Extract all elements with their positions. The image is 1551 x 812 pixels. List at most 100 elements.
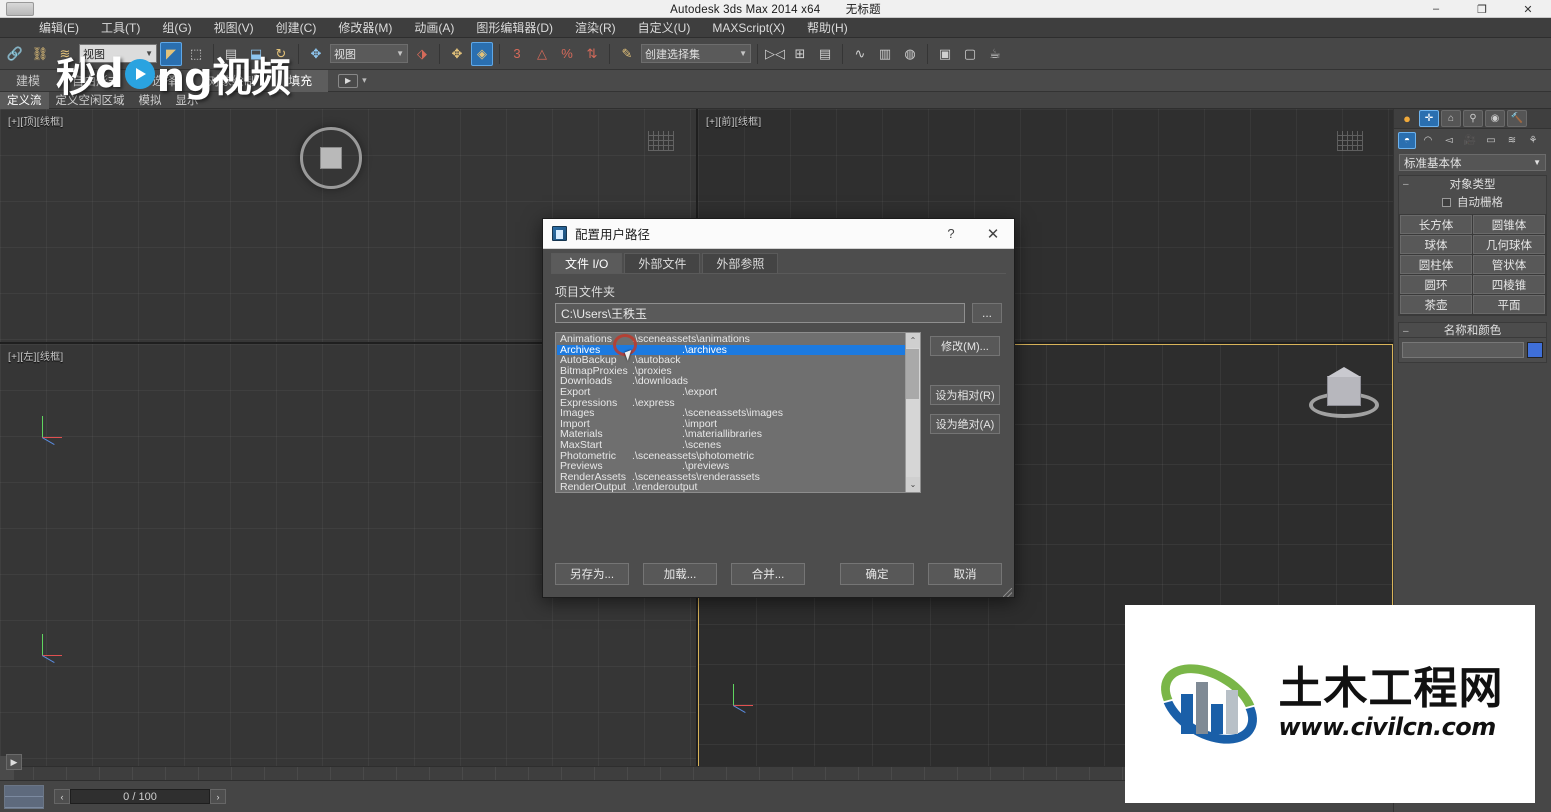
scrollbar-thumb[interactable]: [906, 349, 919, 399]
schematic-view-icon[interactable]: ▥: [874, 42, 896, 66]
prev-frame-button[interactable]: ‹: [54, 789, 70, 804]
paths-listbox[interactable]: Animations .\sceneassets\animations Archi…: [555, 332, 921, 493]
scroll-down-icon[interactable]: ⌄: [905, 477, 920, 492]
cancel-button[interactable]: 取消: [928, 563, 1002, 585]
select-object-icon[interactable]: ◤: [160, 41, 182, 66]
bind-spacewarp-icon[interactable]: ≋: [54, 42, 76, 66]
render-frame-icon[interactable]: ▢: [959, 42, 981, 66]
make-relative-button[interactable]: 设为相对(R): [930, 385, 1000, 405]
named-selection-set-combo[interactable]: 创建选择集 ▼: [641, 44, 751, 63]
close-button[interactable]: ✕: [1505, 0, 1551, 18]
menu-item-rendering[interactable]: 渲染(R): [564, 17, 627, 38]
menu-item-customize[interactable]: 自定义(U): [627, 17, 702, 38]
chevron-down-icon[interactable]: ▾: [362, 75, 367, 86]
align-icon[interactable]: ⊞: [789, 42, 811, 66]
select-link-icon[interactable]: 🔗: [4, 42, 26, 66]
selection-filter-combo[interactable]: 视图 ▼: [79, 44, 157, 63]
list-item[interactable]: Export .\export: [557, 387, 905, 398]
ribbon-tab-modeling[interactable]: 建模: [0, 70, 56, 92]
menu-item-create[interactable]: 创建(C): [265, 17, 328, 38]
shapes-subtab[interactable]: ◠: [1419, 132, 1437, 149]
video-help-icon[interactable]: ▶: [338, 73, 359, 88]
reference-coordinate-combo[interactable]: 视图 ▼: [330, 44, 408, 63]
ok-button[interactable]: 确定: [840, 563, 914, 585]
name-and-color-header[interactable]: – 名称和颜色: [1398, 322, 1547, 337]
edit-named-set-icon[interactable]: ✎: [616, 42, 638, 66]
ribbon-subtab-defineidlearea[interactable]: 定义空闲区域: [49, 92, 132, 109]
create-pyramid-button[interactable]: 四棱锥: [1473, 275, 1545, 294]
create-geosphere-button[interactable]: 几何球体: [1473, 235, 1545, 254]
list-item[interactable]: Animations .\sceneassets\animations: [557, 334, 905, 345]
lights-subtab[interactable]: ◅: [1440, 132, 1458, 149]
ribbon-subtab-display[interactable]: 显示: [169, 92, 206, 109]
scroll-up-icon[interactable]: ⌃: [905, 333, 920, 348]
autogrid-checkbox[interactable]: [1442, 197, 1451, 207]
pivot-icon[interactable]: ⬗: [411, 42, 433, 66]
create-cylinder-button[interactable]: 圆柱体: [1400, 255, 1472, 274]
snap-toggle-icon[interactable]: 3: [506, 42, 528, 66]
minimize-button[interactable]: –: [1413, 0, 1459, 18]
ribbon-subtab-simulate[interactable]: 模拟: [132, 92, 169, 109]
dialog-tab-fileio[interactable]: 文件 I/O: [551, 253, 623, 273]
menu-item-maxscript[interactable]: MAXScript(X): [701, 19, 796, 37]
cameras-subtab[interactable]: 🎥: [1461, 132, 1479, 149]
unlink-icon[interactable]: ⛓: [29, 42, 51, 66]
list-item[interactable]: Archives .\archives: [557, 344, 905, 356]
systems-subtab[interactable]: ⚘: [1524, 132, 1542, 149]
move-icon[interactable]: ✥: [305, 42, 327, 66]
object-color-swatch[interactable]: [1527, 342, 1543, 358]
dialog-close-button[interactable]: ✕: [972, 219, 1014, 249]
select-region-icon[interactable]: ⬚: [185, 42, 207, 66]
list-item[interactable]: Images .\sceneassets\images: [557, 408, 905, 419]
dialog-tab-externalfiles[interactable]: 外部文件: [624, 253, 701, 273]
motion-tab[interactable]: ◉: [1485, 110, 1505, 127]
play-animation-button[interactable]: ▶: [6, 754, 22, 770]
object-category-combo[interactable]: 标准基本体 ▼: [1399, 154, 1546, 171]
dialog-help-button[interactable]: ?: [930, 219, 972, 249]
menu-item-edit[interactable]: 编辑(E): [28, 17, 90, 38]
rotate-icon[interactable]: ↻: [270, 42, 292, 66]
create-teapot-button[interactable]: 茶壶: [1400, 295, 1472, 314]
project-folder-input[interactable]: C:\Users\王秩玉: [555, 303, 965, 323]
curve-editor-icon[interactable]: ∿: [849, 42, 871, 66]
list-item[interactable]: RenderAssets .\sceneassets\renderassets: [557, 472, 905, 483]
list-item[interactable]: BitmapProxies .\proxies: [557, 366, 905, 377]
material-editor-icon[interactable]: ◍: [899, 42, 921, 66]
object-name-input[interactable]: [1402, 342, 1524, 358]
ribbon-tab-freeform[interactable]: 自由形式: [56, 70, 136, 92]
dialog-tab-xrefs[interactable]: 外部参照: [702, 253, 779, 273]
create-tube-button[interactable]: 管状体: [1473, 255, 1545, 274]
create-box-button[interactable]: 长方体: [1400, 215, 1472, 234]
load-button[interactable]: 加载...: [643, 563, 717, 585]
utilities-tab[interactable]: 🔨: [1507, 110, 1527, 127]
menu-item-views[interactable]: 视图(V): [203, 17, 265, 38]
ribbon-subtab-defineflow[interactable]: 定义流: [0, 91, 49, 109]
list-item[interactable]: Photometric .\sceneassets\photometric: [557, 450, 905, 462]
modify-tab[interactable]: ⌂: [1441, 110, 1461, 127]
merge-button[interactable]: 合并...: [731, 563, 805, 585]
list-item[interactable]: MaxStart .\scenes: [557, 440, 905, 451]
maximize-button[interactable]: ❐: [1459, 0, 1505, 18]
align-move-icon[interactable]: ✥: [446, 42, 468, 66]
percent-snap-icon[interactable]: %: [556, 42, 578, 66]
create-sphere-button[interactable]: 球体: [1400, 235, 1472, 254]
object-type-header[interactable]: – 对象类型: [1399, 176, 1546, 191]
create-torus-button[interactable]: 圆环: [1400, 275, 1472, 294]
create-plane-button[interactable]: 平面: [1473, 295, 1545, 314]
create-cone-button[interactable]: 圆锥体: [1473, 215, 1545, 234]
crossing-select-icon[interactable]: ⬓: [245, 42, 267, 66]
ref-coord-icon[interactable]: ◈: [471, 41, 493, 66]
ribbon-tab-populate[interactable]: 填充: [272, 69, 329, 92]
menu-item-animation[interactable]: 动画(A): [403, 17, 465, 38]
select-window-icon[interactable]: ▤: [220, 42, 242, 66]
menu-item-help[interactable]: 帮助(H): [796, 17, 859, 38]
autogrid-row[interactable]: 自动栅格: [1399, 191, 1546, 214]
render-production-icon[interactable]: ☕: [984, 42, 1006, 66]
spacewarps-subtab[interactable]: ≋: [1503, 132, 1521, 149]
make-absolute-button[interactable]: 设为绝对(A): [930, 414, 1000, 434]
menu-item-grapheditors[interactable]: 图形编辑器(D): [465, 17, 564, 38]
ribbon-tab-objectpaint[interactable]: 对象绘制: [192, 70, 272, 92]
next-frame-button[interactable]: ›: [210, 789, 226, 804]
angle-snap-icon[interactable]: △: [531, 42, 553, 66]
browse-button[interactable]: ...: [972, 303, 1002, 323]
